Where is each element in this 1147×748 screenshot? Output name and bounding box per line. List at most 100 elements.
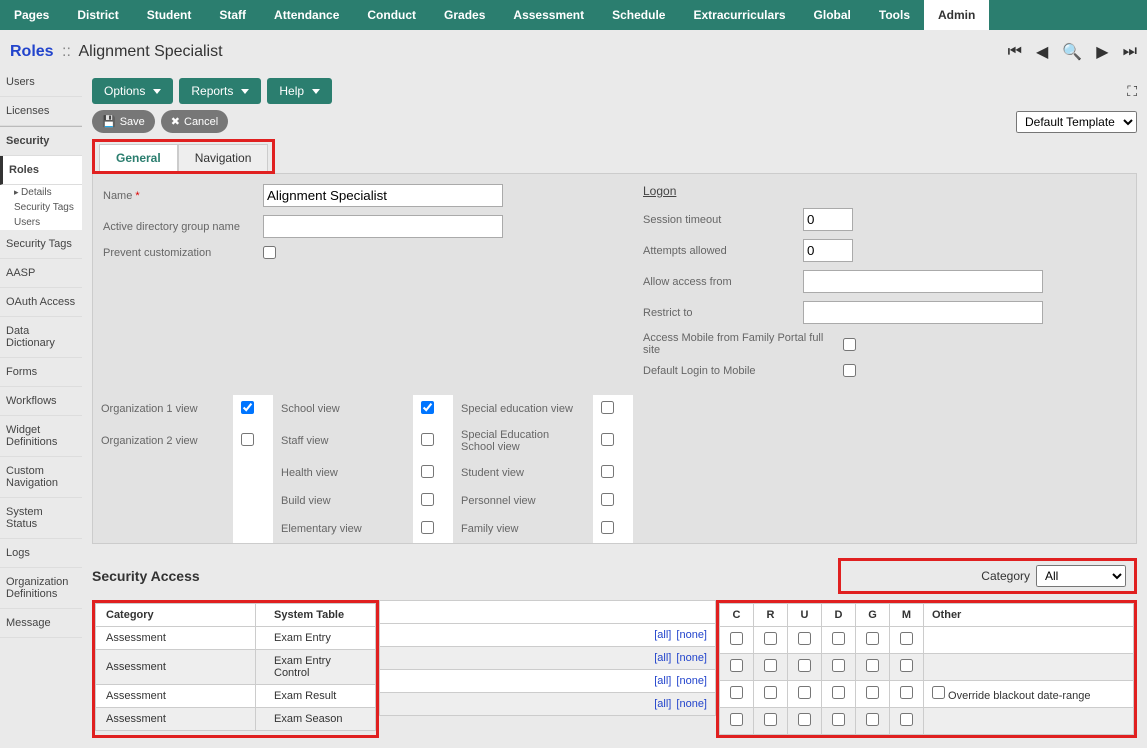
sec-u-checkbox[interactable] — [798, 632, 811, 645]
save-button[interactable]: 💾Save — [92, 110, 155, 133]
sidenav-widget-definitions[interactable]: Widget Definitions — [0, 416, 82, 457]
topnav-staff[interactable]: Staff — [205, 0, 260, 30]
sec-r-checkbox[interactable] — [764, 632, 777, 645]
topnav-attendance[interactable]: Attendance — [260, 0, 353, 30]
name-input[interactable] — [263, 184, 503, 207]
sec-g-checkbox[interactable] — [866, 686, 879, 699]
search-icon[interactable]: 🔍 — [1062, 42, 1082, 62]
restrict-to-input[interactable] — [803, 301, 1043, 324]
tab-navigation[interactable]: Navigation — [178, 144, 269, 171]
sec-d-checkbox[interactable] — [832, 659, 845, 672]
allow-from-input[interactable] — [803, 270, 1043, 293]
topnav-extracurriculars[interactable]: Extracurriculars — [679, 0, 799, 30]
sidenav-custom-navigation[interactable]: Custom Navigation — [0, 457, 82, 498]
sidenav-logs[interactable]: Logs — [0, 539, 82, 568]
sidenav-system-status[interactable]: System Status — [0, 498, 82, 539]
view-checkbox-organization-2-view[interactable] — [241, 433, 254, 446]
sidenav-security-tags[interactable]: Security Tags — [0, 230, 82, 259]
sec-d-checkbox[interactable] — [832, 686, 845, 699]
topnav-assessment[interactable]: Assessment — [499, 0, 598, 30]
sec-r-checkbox[interactable] — [764, 713, 777, 726]
breadcrumb-section[interactable]: Roles — [10, 43, 54, 60]
sec-u-checkbox[interactable] — [798, 686, 811, 699]
sec-none-link[interactable]: [none] — [676, 629, 707, 641]
sec-c-checkbox[interactable] — [730, 713, 743, 726]
view-checkbox-school-view[interactable] — [421, 401, 434, 414]
view-checkbox-build-view[interactable] — [421, 493, 434, 506]
tab-general[interactable]: General — [99, 144, 178, 171]
template-select[interactable]: Default Template — [1016, 111, 1137, 133]
sec-d-checkbox[interactable] — [832, 632, 845, 645]
sec-row-table[interactable]: Exam Result — [256, 685, 376, 708]
sidenav-aasp[interactable]: AASP — [0, 259, 82, 288]
cancel-button[interactable]: ✖Cancel — [161, 110, 228, 133]
adgroup-input[interactable] — [263, 215, 503, 238]
view-checkbox-organization-1-view[interactable] — [241, 401, 254, 414]
sec-g-checkbox[interactable] — [866, 713, 879, 726]
sec-m-checkbox[interactable] — [900, 713, 913, 726]
sec-row-table[interactable]: Exam Entry Control — [256, 650, 376, 685]
sec-m-checkbox[interactable] — [900, 632, 913, 645]
sidenav-licenses[interactable]: Licenses — [0, 97, 82, 126]
topnav-global[interactable]: Global — [800, 0, 865, 30]
sidenav-security-head[interactable]: Security — [0, 126, 82, 156]
attempts-input[interactable] — [803, 239, 853, 262]
sec-all-link[interactable]: [all] — [654, 652, 671, 664]
sidenav-data-dictionary[interactable]: Data Dictionary — [0, 317, 82, 358]
help-button[interactable]: Help — [267, 78, 332, 104]
view-checkbox-elementary-view[interactable] — [421, 521, 434, 534]
category-select[interactable]: All — [1036, 565, 1126, 587]
sidenav-users[interactable]: Users — [0, 68, 82, 97]
sec-u-checkbox[interactable] — [798, 713, 811, 726]
sidenav-organization-definitions[interactable]: Organization Definitions — [0, 568, 82, 609]
topnav-schedule[interactable]: Schedule — [598, 0, 679, 30]
sec-all-link[interactable]: [all] — [654, 675, 671, 687]
topnav-conduct[interactable]: Conduct — [353, 0, 430, 30]
sec-none-link[interactable]: [none] — [676, 675, 707, 687]
view-checkbox-health-view[interactable] — [421, 465, 434, 478]
view-checkbox-personnel-view[interactable] — [601, 493, 614, 506]
default-mobile-checkbox[interactable] — [843, 364, 856, 377]
view-checkbox-special-education-school-view[interactable] — [601, 433, 614, 446]
prev-page-icon[interactable]: ◀ — [1036, 42, 1048, 62]
view-checkbox-family-view[interactable] — [601, 521, 614, 534]
sidenav-roles-details[interactable]: Details — [0, 185, 82, 200]
sidenav-message[interactable]: Message — [0, 609, 82, 638]
sec-u-checkbox[interactable] — [798, 659, 811, 672]
view-checkbox-student-view[interactable] — [601, 465, 614, 478]
sidenav-forms[interactable]: Forms — [0, 358, 82, 387]
options-button[interactable]: Options — [92, 78, 173, 104]
sec-r-checkbox[interactable] — [764, 686, 777, 699]
next-page-icon[interactable]: ▶ — [1096, 42, 1108, 62]
sec-none-link[interactable]: [none] — [676, 652, 707, 664]
maximize-icon[interactable]: ⛶ — [1127, 83, 1137, 100]
sec-r-checkbox[interactable] — [764, 659, 777, 672]
topnav-admin[interactable]: Admin — [924, 0, 989, 30]
view-checkbox-staff-view[interactable] — [421, 433, 434, 446]
sec-g-checkbox[interactable] — [866, 632, 879, 645]
view-checkbox-special-education-view[interactable] — [601, 401, 614, 414]
sec-m-checkbox[interactable] — [900, 659, 913, 672]
topnav-student[interactable]: Student — [133, 0, 206, 30]
sidenav-oauth-access[interactable]: OAuth Access — [0, 288, 82, 317]
sidenav-workflows[interactable]: Workflows — [0, 387, 82, 416]
topnav-grades[interactable]: Grades — [430, 0, 499, 30]
sec-d-checkbox[interactable] — [832, 713, 845, 726]
sec-c-checkbox[interactable] — [730, 659, 743, 672]
sec-row-table[interactable]: Exam Season — [256, 708, 376, 731]
prevent-checkbox[interactable] — [263, 246, 276, 259]
sec-c-checkbox[interactable] — [730, 686, 743, 699]
sec-all-link[interactable]: [all] — [654, 698, 671, 710]
sidenav-roles[interactable]: Roles — [0, 156, 82, 185]
sec-other-checkbox[interactable] — [932, 686, 945, 699]
sidenav-roles-users[interactable]: Users — [0, 215, 82, 230]
sec-c-checkbox[interactable] — [730, 632, 743, 645]
last-page-icon[interactable]: ⏭ — [1123, 43, 1137, 61]
sec-row-table[interactable]: Exam Entry — [256, 627, 376, 650]
topnav-district[interactable]: District — [63, 0, 132, 30]
sec-none-link[interactable]: [none] — [676, 698, 707, 710]
first-page-icon[interactable]: ⏮ — [1008, 43, 1022, 61]
topnav-tools[interactable]: Tools — [865, 0, 924, 30]
topnav-pages[interactable]: Pages — [0, 0, 63, 30]
sec-all-link[interactable]: [all] — [654, 629, 671, 641]
